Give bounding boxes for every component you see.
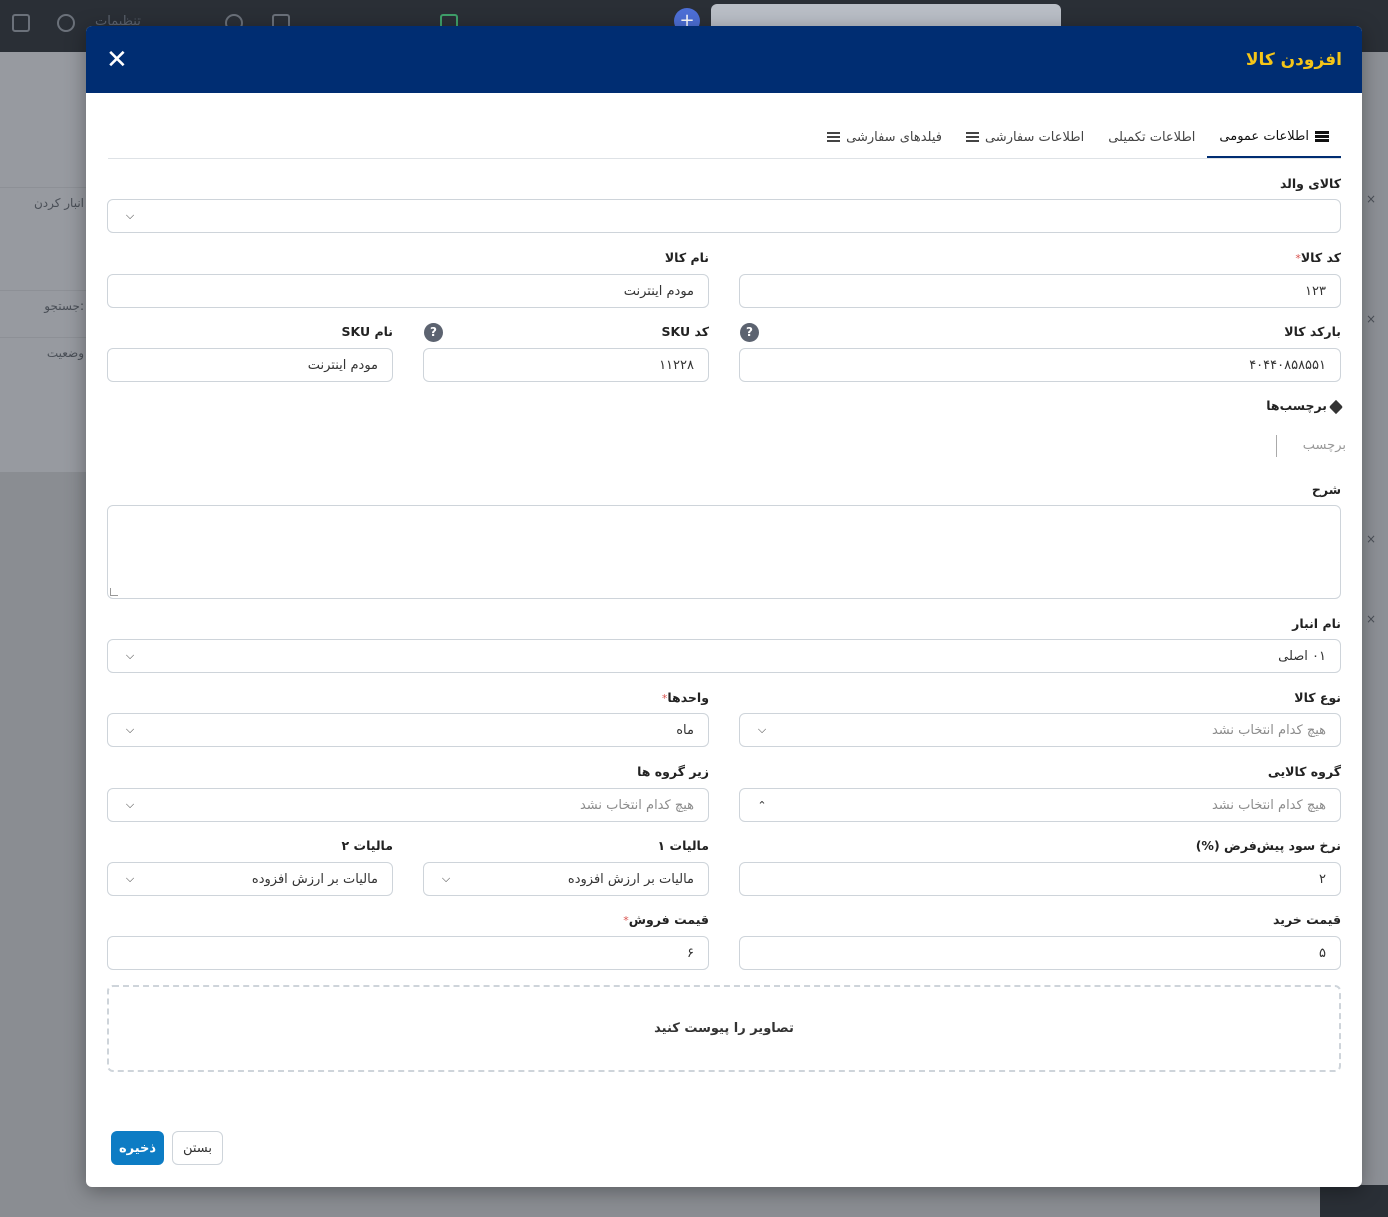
- tab-label: اطلاعات سفارشی: [984, 129, 1085, 145]
- purchase-price-label: قیمت خرید: [1273, 912, 1341, 927]
- tab-label: اطلاعات عمومی: [1219, 128, 1309, 144]
- barcode-input[interactable]: ۴۰۴۴۰۸۵۸۵۵۱: [739, 348, 1341, 382]
- chevron-down-icon: ⌵: [441, 872, 451, 885]
- checkbox-icon: [12, 14, 30, 32]
- sku-code-input[interactable]: ۱۱۲۲۸: [423, 348, 709, 382]
- purchase-price-value: ۵: [1319, 945, 1326, 961]
- chevron-down-icon: ⌵: [125, 872, 135, 885]
- item-type-placeholder: هیچ کدام انتخاب نشد: [1211, 722, 1326, 738]
- item-group-label: گروه کالایی: [1267, 764, 1341, 779]
- item-name-input[interactable]: مودم اینترنت: [107, 274, 709, 308]
- modal-title: افزودن کالا: [1245, 49, 1342, 70]
- tag-icon: [1328, 399, 1344, 414]
- default-profit-label: نرخ سود پیش‌فرض (%): [1195, 838, 1341, 853]
- close-button[interactable]: بستن: [172, 1131, 223, 1165]
- item-name-value: مودم اینترنت: [623, 283, 694, 299]
- item-group-select[interactable]: هیچ کدام انتخاب نشد ⌃: [739, 788, 1341, 822]
- list-icon: [965, 131, 979, 143]
- chevron-up-icon: ⌃: [757, 798, 767, 812]
- tags-label: برچسب‌ها: [1266, 398, 1344, 414]
- units-label: واحدها*: [659, 690, 709, 705]
- tax2-label: مالیات ۲: [341, 838, 393, 853]
- sku-code-label: کد SKU: [661, 324, 709, 339]
- parent-item-label: کالای والد: [1279, 176, 1341, 191]
- item-group-placeholder: هیچ کدام انتخاب نشد: [1211, 797, 1326, 813]
- item-code-input[interactable]: ۱۲۳: [739, 274, 1341, 308]
- sale-price-input[interactable]: ۶: [107, 936, 709, 970]
- tab-label: اطلاعات تکمیلی: [1108, 129, 1196, 145]
- barcode-value: ۴۰۴۴۰۸۵۸۵۵۱: [1249, 357, 1326, 373]
- background-row: جستجو:: [0, 290, 90, 321]
- tax1-value: مالیات بر ارزش افزوده: [567, 871, 694, 887]
- tab-additional-info[interactable]: اطلاعات تکمیلی: [1096, 116, 1207, 158]
- description-textarea[interactable]: [107, 505, 1341, 599]
- images-dropzone[interactable]: تصاویر را پیوست کنید: [107, 985, 1341, 1072]
- sale-price-label: قیمت فروش*: [620, 912, 709, 927]
- share-icon: [57, 14, 75, 32]
- add-item-modal: افزودن کالا ✕ اطلاعات عمومی اطلاعات تکمی…: [86, 26, 1362, 1187]
- subgroups-label: زیر گروه ها: [637, 764, 709, 779]
- item-code-label-text: کد کالا: [1300, 250, 1341, 265]
- sku-name-input[interactable]: مودم اینترنت: [107, 348, 393, 382]
- item-code-label: کد کالا*: [1292, 250, 1341, 265]
- sale-price-label-text: قیمت فروش: [628, 912, 709, 927]
- background-row: انبار کردن: [0, 187, 90, 218]
- chevron-down-icon: ⌵: [125, 649, 135, 662]
- sku-code-value: ۱۱۲۲۸: [659, 357, 694, 373]
- subgroups-select[interactable]: هیچ کدام انتخاب نشد ⌵: [107, 788, 709, 822]
- tab-label: فیلدهای سفارشی: [846, 129, 942, 145]
- barcode-label: بارکد کالا: [1284, 324, 1341, 339]
- units-value: ماه: [676, 722, 694, 738]
- background-right-panel: × × × ×: [1362, 52, 1388, 1217]
- tab-custom-info[interactable]: اطلاعات سفارشی: [954, 116, 1096, 158]
- parent-item-select[interactable]: ⌵: [107, 199, 1341, 233]
- item-type-label: نوع کالا: [1294, 690, 1341, 705]
- list-icon: [827, 131, 841, 143]
- warehouse-value: ۰۱ اصلی: [1278, 648, 1326, 664]
- warehouse-select[interactable]: ۰۱ اصلی ⌵: [107, 639, 1341, 673]
- sale-price-value: ۶: [687, 945, 694, 961]
- tab-general-info[interactable]: اطلاعات عمومی: [1207, 116, 1341, 158]
- description-label: شرح: [1311, 482, 1341, 497]
- close-icon[interactable]: ✕: [106, 47, 128, 73]
- tax1-select[interactable]: مالیات بر ارزش افزوده ⌵: [423, 862, 709, 896]
- warehouse-label: نام انبار: [1292, 616, 1341, 631]
- sku-name-value: مودم اینترنت: [307, 357, 378, 373]
- database-icon: [1315, 130, 1329, 142]
- item-name-label: نام کالا: [664, 250, 709, 265]
- units-select[interactable]: ماه ⌵: [107, 713, 709, 747]
- chevron-down-icon: ⌵: [125, 209, 135, 222]
- save-button[interactable]: ذخیره: [111, 1131, 164, 1165]
- chevron-down-icon: ⌵: [125, 723, 135, 736]
- chevron-down-icon: ⌵: [757, 723, 767, 736]
- help-icon[interactable]: ?: [424, 323, 443, 342]
- units-label-text: واحدها: [667, 690, 709, 705]
- item-type-select[interactable]: هیچ کدام انتخاب نشد ⌵: [739, 713, 1341, 747]
- sku-name-label: نام SKU: [341, 324, 393, 339]
- tab-bar: اطلاعات عمومی اطلاعات تکمیلی اطلاعات سفا…: [108, 116, 1341, 159]
- help-icon[interactable]: ?: [740, 323, 759, 342]
- background-footer-strip: [1320, 1185, 1388, 1217]
- background-row: وضعیت: [0, 337, 90, 368]
- tab-custom-fields[interactable]: فیلدهای سفارشی: [815, 116, 954, 158]
- resize-handle-icon[interactable]: [110, 588, 118, 596]
- background-left-panel: انبار کردن جستجو: وضعیت: [0, 52, 90, 472]
- tags-input[interactable]: برچسب: [1276, 435, 1346, 457]
- chevron-down-icon: ⌵: [125, 798, 135, 811]
- tags-label-text: برچسب‌ها: [1266, 398, 1327, 413]
- purchase-price-input[interactable]: ۵: [739, 936, 1341, 970]
- modal-header: افزودن کالا ✕: [86, 26, 1362, 93]
- tax2-value: مالیات بر ارزش افزوده: [251, 871, 378, 887]
- default-profit-input[interactable]: ۲: [739, 862, 1341, 896]
- subgroups-placeholder: هیچ کدام انتخاب نشد: [579, 797, 694, 813]
- item-code-value: ۱۲۳: [1305, 283, 1326, 299]
- tax1-label: مالیات ۱: [657, 838, 709, 853]
- default-profit-value: ۲: [1319, 871, 1326, 887]
- tax2-select[interactable]: مالیات بر ارزش افزوده ⌵: [107, 862, 393, 896]
